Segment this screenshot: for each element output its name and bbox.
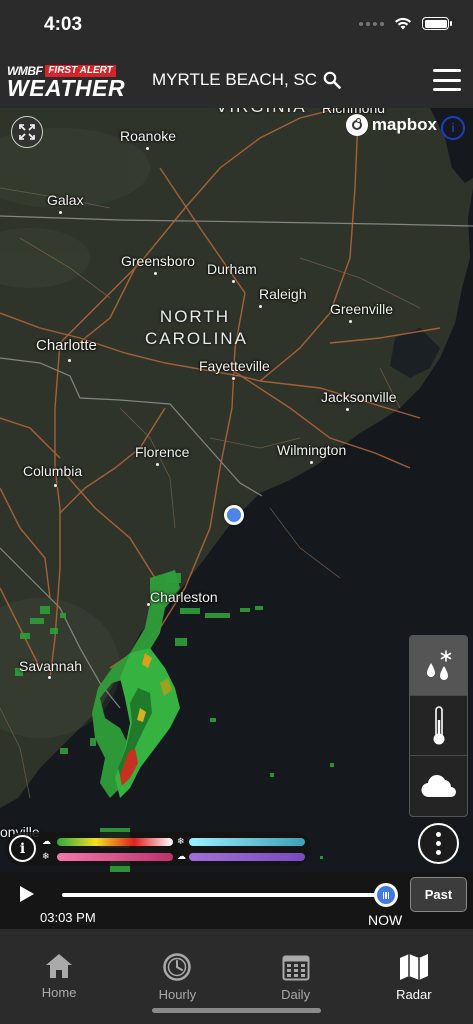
legend-info-icon[interactable]: i bbox=[9, 835, 36, 862]
city-marker bbox=[146, 602, 151, 607]
location-name: MYRTLE BEACH, SC bbox=[152, 70, 318, 89]
radar-timeline: 03:03 PM NOW Past bbox=[0, 872, 473, 929]
city-label: Greensboro bbox=[121, 253, 195, 269]
more-dot-icon bbox=[436, 832, 441, 837]
city-marker bbox=[231, 376, 236, 381]
city-marker bbox=[47, 675, 52, 680]
city-label: Charleston bbox=[150, 589, 218, 605]
tab-label: Hourly bbox=[158, 987, 197, 1002]
layer-precipitation-button[interactable] bbox=[410, 636, 467, 696]
city-label: Richmond bbox=[322, 108, 386, 116]
city-label: Savannah bbox=[19, 658, 83, 674]
mapbox-text: mapbox bbox=[371, 115, 437, 134]
radar-map[interactable]: mapbox i VIRGINIA NORTH CAROLINA Richmon… bbox=[0, 108, 473, 872]
state-label-nc-line2: CAROLINA bbox=[145, 329, 248, 348]
city-marker bbox=[145, 146, 150, 151]
timeline-track[interactable] bbox=[62, 893, 384, 897]
city-label: Florence bbox=[135, 444, 190, 460]
snow-icon: ❄ bbox=[177, 836, 185, 846]
city-marker bbox=[356, 118, 361, 123]
timeline-time: 03:03 PM bbox=[40, 910, 96, 925]
menu-button[interactable] bbox=[433, 69, 461, 91]
city-marker bbox=[58, 210, 63, 215]
clock-icon bbox=[163, 953, 192, 981]
state-label-north-carolina: NORTH CAROLINA bbox=[145, 306, 248, 350]
search-icon[interactable] bbox=[323, 71, 341, 89]
wifi-icon bbox=[395, 17, 411, 30]
expand-icon bbox=[19, 124, 35, 140]
map-icon bbox=[399, 954, 428, 980]
app-header: WMBF FIRST ALERT WEATHER MYRTLE BEACH, S… bbox=[0, 52, 473, 108]
layer-clouds-button[interactable] bbox=[410, 756, 467, 816]
layer-temperature-button[interactable] bbox=[410, 696, 467, 756]
signal-icon bbox=[359, 21, 384, 26]
play-icon[interactable] bbox=[20, 886, 34, 902]
city-label: Charlotte bbox=[36, 337, 97, 354]
rain-icon: ☁ bbox=[42, 836, 51, 846]
city-marker bbox=[258, 304, 263, 309]
city-marker bbox=[53, 483, 58, 488]
tab-label: Radar bbox=[396, 987, 432, 1002]
state-label-virginia: VIRGINIA bbox=[216, 108, 307, 118]
status-bar: 4:03 bbox=[0, 0, 473, 52]
city-label: Fayetteville bbox=[199, 358, 270, 374]
map-basemap bbox=[0, 108, 473, 872]
legend-ice-bar bbox=[189, 853, 305, 861]
city-label: Raleigh bbox=[259, 286, 307, 302]
station-logo[interactable]: WMBF FIRST ALERT WEATHER bbox=[7, 64, 126, 101]
status-time: 4:03 bbox=[44, 14, 83, 35]
city-marker bbox=[153, 271, 158, 276]
cloud-icon bbox=[420, 775, 456, 798]
city-label: Columbia bbox=[23, 463, 83, 479]
city-label: Roanoke bbox=[120, 128, 177, 144]
mix-icon: ❄ bbox=[42, 851, 50, 861]
tab-radar[interactable]: Radar bbox=[355, 929, 473, 1024]
city-label: Greenville bbox=[330, 301, 394, 317]
thermometer-icon bbox=[433, 705, 444, 744]
city-marker bbox=[67, 358, 72, 363]
past-button[interactable]: Past bbox=[410, 877, 467, 912]
city-marker bbox=[231, 279, 236, 284]
home-indicator bbox=[152, 1008, 321, 1013]
city-label: Jacksonville bbox=[321, 389, 397, 405]
city-label: Galax bbox=[47, 192, 84, 208]
tab-label: Home bbox=[41, 985, 77, 1000]
calendar-icon bbox=[282, 955, 310, 981]
status-icons bbox=[359, 17, 452, 30]
attribution-info-icon[interactable]: i bbox=[441, 116, 465, 140]
logo-weather: WEATHER bbox=[7, 75, 126, 101]
battery-icon bbox=[422, 17, 452, 30]
city-marker bbox=[345, 407, 350, 412]
city-marker bbox=[348, 319, 353, 324]
timeline-now-label: NOW bbox=[368, 912, 403, 928]
location-selector[interactable]: MYRTLE BEACH, SC bbox=[152, 70, 341, 90]
city-label: Durham bbox=[207, 261, 257, 277]
timeline-slider-thumb[interactable] bbox=[374, 883, 398, 907]
current-location-marker[interactable] bbox=[224, 505, 244, 525]
city-marker bbox=[155, 462, 160, 467]
rain-snow-icon bbox=[426, 649, 451, 680]
fullscreen-button[interactable] bbox=[11, 116, 43, 148]
layer-panel bbox=[409, 635, 468, 817]
legend-snow-bar bbox=[189, 838, 305, 846]
ice-icon: ☁ bbox=[177, 851, 186, 861]
state-label-nc-line1: NORTH bbox=[159, 307, 231, 326]
tab-label: Daily bbox=[281, 987, 311, 1002]
more-options-button[interactable] bbox=[418, 823, 459, 864]
legend-mix-bar bbox=[57, 853, 173, 861]
radar-legend: i ☁ ❄ ❄ ☁ bbox=[5, 832, 311, 866]
legend-rain-bar bbox=[57, 838, 173, 846]
city-marker bbox=[309, 460, 314, 465]
home-icon bbox=[46, 954, 73, 978]
city-label: Wilmington bbox=[277, 442, 347, 458]
tab-home[interactable]: Home bbox=[0, 929, 118, 1024]
